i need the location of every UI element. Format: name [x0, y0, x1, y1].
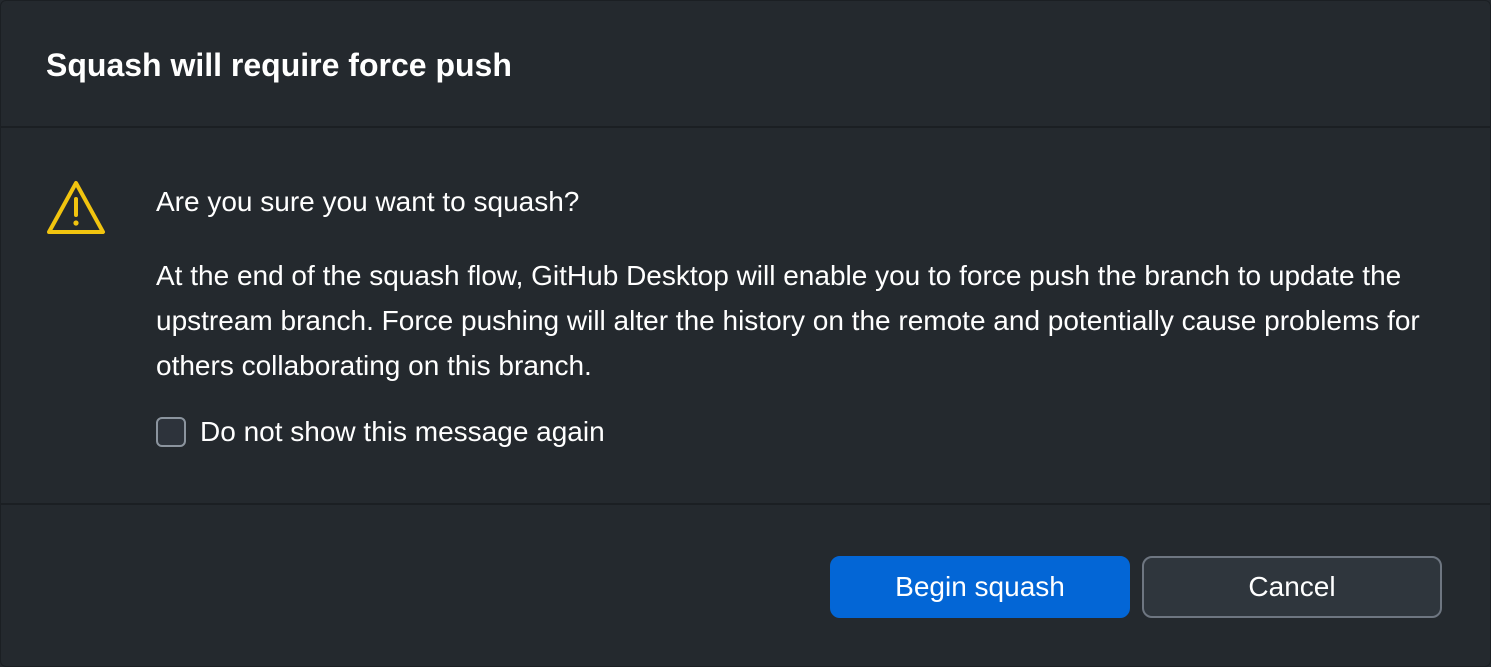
dialog-footer: Begin squash Cancel	[1, 505, 1490, 666]
dont-show-again-checkbox[interactable]	[156, 417, 186, 447]
dialog-header: Squash will require force push	[1, 1, 1490, 128]
squash-force-push-dialog: Squash will require force push Are you s…	[0, 0, 1491, 667]
dont-show-again-label[interactable]: Do not show this message again	[200, 415, 605, 449]
dont-show-again-option[interactable]: Do not show this message again	[156, 414, 605, 450]
begin-squash-button[interactable]: Begin squash	[830, 556, 1130, 618]
warning-triangle-icon	[47, 181, 105, 234]
dialog-body: Are you sure you want to squash? At the …	[1, 128, 1490, 505]
dialog-title: Squash will require force push	[46, 47, 512, 83]
cancel-button[interactable]: Cancel	[1142, 556, 1442, 618]
force-push-description: At the end of the squash flow, GitHub De…	[156, 260, 1420, 381]
confirm-question: Are you sure you want to squash?	[156, 186, 580, 217]
